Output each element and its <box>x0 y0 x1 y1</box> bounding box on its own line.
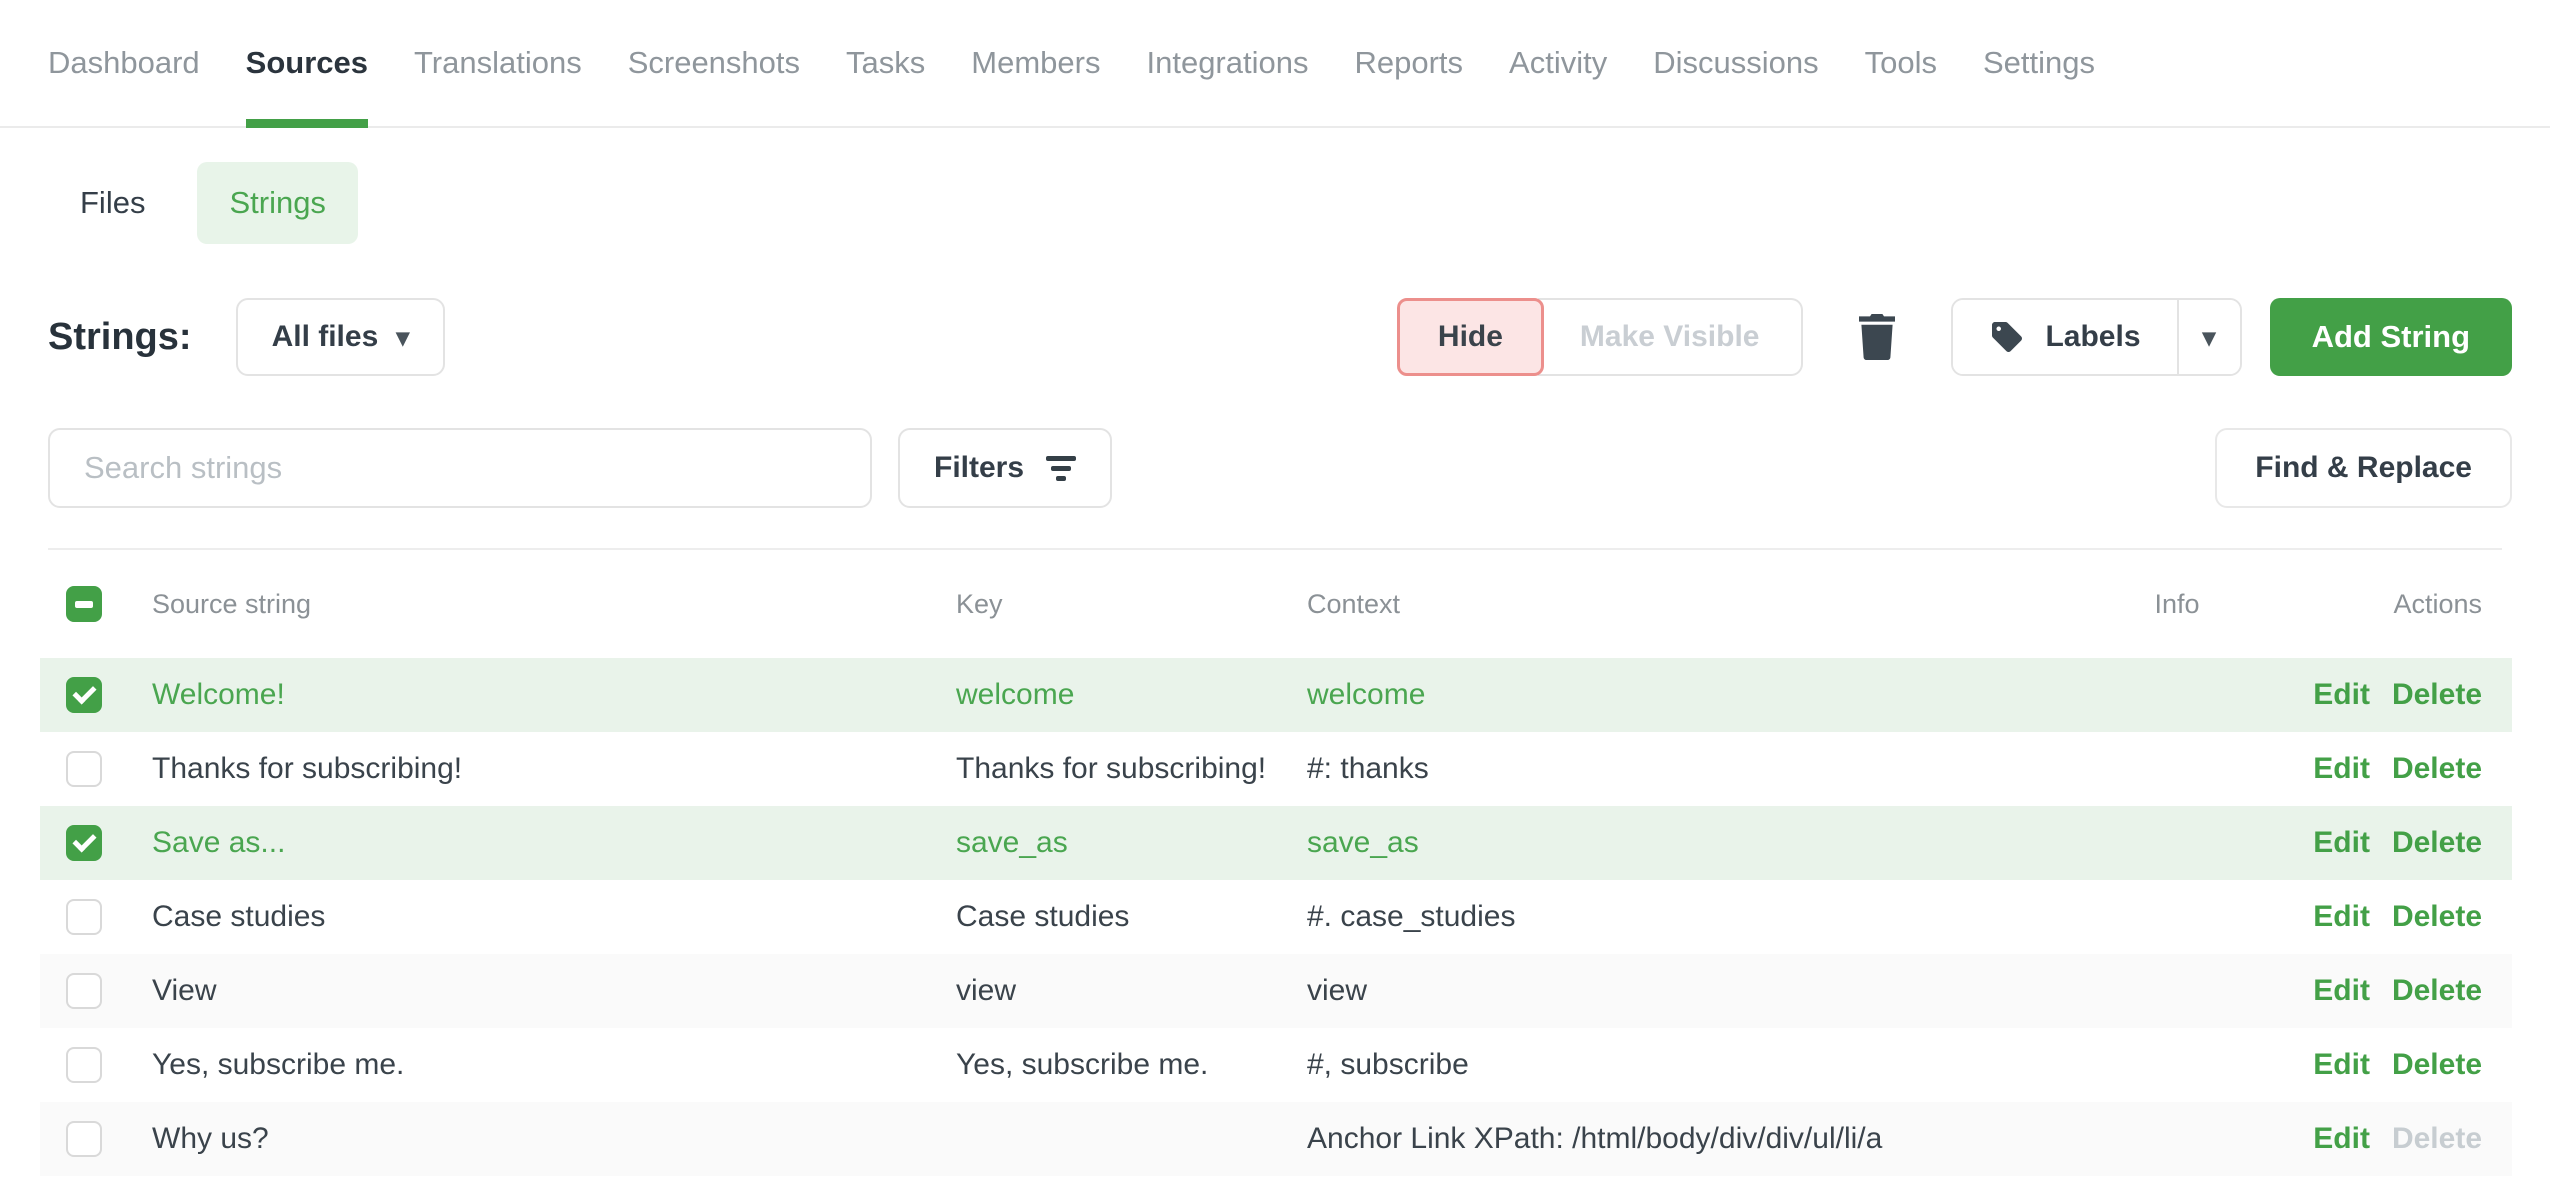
header-info: Info <box>2102 589 2252 620</box>
find-replace-button[interactable]: Find & Replace <box>2215 428 2512 508</box>
file-filter-dropdown[interactable]: All files ▾ <box>236 298 446 376</box>
header-source-string: Source string <box>152 589 956 620</box>
source-string-cell: Welcome! <box>152 678 956 712</box>
table-row[interactable]: Welcome! welcome welcome Edit Delete <box>40 658 2512 732</box>
nav-tab-tasks[interactable]: Tasks <box>846 0 925 126</box>
delete-link[interactable]: Delete <box>2392 1122 2482 1156</box>
nav-tab-translations[interactable]: Translations <box>414 0 582 126</box>
hide-button[interactable]: Hide <box>1397 298 1544 376</box>
source-string-cell: View <box>152 974 956 1008</box>
trash-icon <box>1857 314 1897 360</box>
edit-link[interactable]: Edit <box>2313 1122 2370 1156</box>
source-string-cell: Yes, subscribe me. <box>152 1048 956 1082</box>
nav-tab-reports[interactable]: Reports <box>1354 0 1463 126</box>
delete-selected-button[interactable] <box>1847 298 1907 376</box>
delete-link[interactable]: Delete <box>2392 678 2482 712</box>
table-header-row: Source string Key Context Info Actions <box>40 550 2512 658</box>
chevron-down-icon: ▾ <box>2203 324 2216 350</box>
edit-link[interactable]: Edit <box>2313 1048 2370 1082</box>
filters-button-label: Filters <box>934 451 1024 485</box>
source-string-cell: Case studies <box>152 900 956 934</box>
table-row[interactable]: Save as... save_as save_as Edit Delete <box>40 806 2512 880</box>
labels-button[interactable]: Labels <box>1953 300 2176 374</box>
key-cell: Thanks for subscribing! <box>956 752 1307 786</box>
labels-button-label: Labels <box>2045 320 2140 354</box>
row-checkbox[interactable] <box>66 973 102 1009</box>
context-cell: #: thanks <box>1307 752 2102 786</box>
nav-tab-dashboard[interactable]: Dashboard <box>48 0 200 126</box>
make-visible-button[interactable]: Make Visible <box>1538 298 1804 376</box>
context-cell: view <box>1307 974 2102 1008</box>
nav-tab-screenshots[interactable]: Screenshots <box>628 0 800 126</box>
tag-icon <box>1989 319 2025 355</box>
context-cell: welcome <box>1307 678 2102 712</box>
page-title: Strings: <box>48 316 192 359</box>
delete-link[interactable]: Delete <box>2392 826 2482 860</box>
edit-link[interactable]: Edit <box>2313 678 2370 712</box>
table-row[interactable]: Case studies Case studies #. case_studie… <box>40 880 2512 954</box>
row-checkbox[interactable] <box>66 751 102 787</box>
nav-tab-members[interactable]: Members <box>971 0 1100 126</box>
nav-tab-sources[interactable]: Sources <box>246 0 368 126</box>
header-context: Context <box>1307 589 2102 620</box>
context-cell: #. case_studies <box>1307 900 2102 934</box>
edit-link[interactable]: Edit <box>2313 826 2370 860</box>
nav-tab-discussions[interactable]: Discussions <box>1653 0 1818 126</box>
context-cell: #, subscribe <box>1307 1048 2102 1082</box>
file-filter-label: All files <box>272 320 379 354</box>
filters-button[interactable]: Filters <box>898 428 1112 508</box>
key-cell: Yes, subscribe me. <box>956 1048 1307 1082</box>
delete-link[interactable]: Delete <box>2392 1048 2482 1082</box>
header-check-cell <box>66 586 152 622</box>
chevron-down-icon: ▾ <box>396 324 409 350</box>
edit-link[interactable]: Edit <box>2313 974 2370 1008</box>
add-string-button[interactable]: Add String <box>2270 298 2512 376</box>
labels-dropdown-button[interactable]: ▾ <box>2177 300 2240 374</box>
key-cell: save_as <box>956 826 1307 860</box>
edit-link[interactable]: Edit <box>2313 900 2370 934</box>
project-nav: Dashboard Sources Translations Screensho… <box>0 0 2550 128</box>
delete-link[interactable]: Delete <box>2392 752 2482 786</box>
select-all-checkbox[interactable] <box>66 586 102 622</box>
delete-link[interactable]: Delete <box>2392 974 2482 1008</box>
nav-tab-settings[interactable]: Settings <box>1983 0 2095 126</box>
source-string-cell: Save as... <box>152 826 956 860</box>
key-cell: Case studies <box>956 900 1307 934</box>
table-row[interactable]: Yes, subscribe me. Yes, subscribe me. #,… <box>40 1028 2512 1102</box>
nav-tab-tools[interactable]: Tools <box>1865 0 1937 126</box>
nav-tab-integrations[interactable]: Integrations <box>1146 0 1308 126</box>
search-row: Filters Find & Replace <box>48 428 2512 508</box>
key-cell: welcome <box>956 678 1307 712</box>
nav-tab-activity[interactable]: Activity <box>1509 0 1607 126</box>
header-actions: Actions <box>2252 589 2482 620</box>
row-checkbox[interactable] <box>66 677 102 713</box>
strings-table: Source string Key Context Info Actions W… <box>40 550 2512 1176</box>
visibility-button-group: Hide Make Visible <box>1397 298 1804 376</box>
table-row[interactable]: Thanks for subscribing! Thanks for subsc… <box>40 732 2512 806</box>
key-cell: view <box>956 974 1307 1008</box>
row-checkbox[interactable] <box>66 899 102 935</box>
header-key: Key <box>956 589 1307 620</box>
labels-button-group: Labels ▾ <box>1951 298 2241 376</box>
table-row[interactable]: Why us? Anchor Link XPath: /html/body/di… <box>40 1102 2512 1176</box>
delete-link[interactable]: Delete <box>2392 900 2482 934</box>
source-string-cell: Why us? <box>152 1122 956 1156</box>
source-string-cell: Thanks for subscribing! <box>152 752 956 786</box>
row-checkbox[interactable] <box>66 1047 102 1083</box>
context-cell: save_as <box>1307 826 2102 860</box>
filter-icon <box>1046 456 1076 481</box>
subtab-strings[interactable]: Strings <box>197 162 357 244</box>
row-checkbox[interactable] <box>66 825 102 861</box>
edit-link[interactable]: Edit <box>2313 752 2370 786</box>
strings-toolbar: Strings: All files ▾ Hide Make Visible L… <box>48 298 2512 376</box>
context-cell: Anchor Link XPath: /html/body/div/div/ul… <box>1307 1122 2102 1156</box>
subtab-files[interactable]: Files <box>48 162 177 244</box>
sources-subtabs: Files Strings <box>48 162 2502 244</box>
search-strings-input[interactable] <box>48 428 872 508</box>
row-checkbox[interactable] <box>66 1121 102 1157</box>
table-row[interactable]: View view view Edit Delete <box>40 954 2512 1028</box>
